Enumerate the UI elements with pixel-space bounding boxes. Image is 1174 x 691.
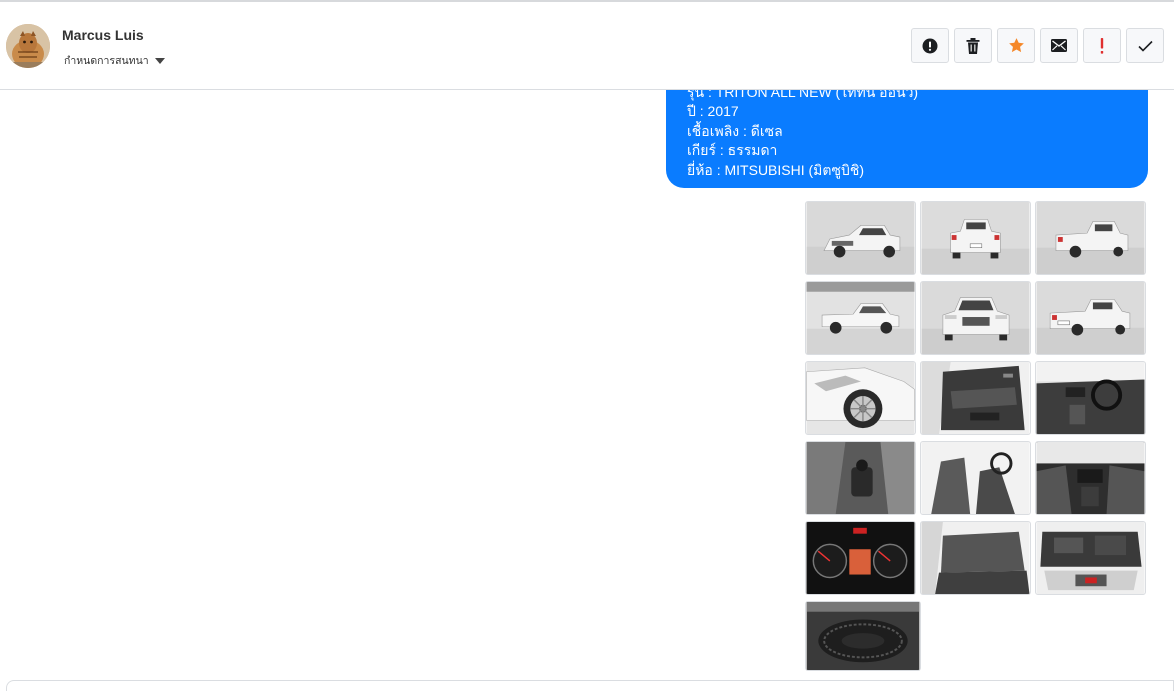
mark-done-button[interactable] bbox=[1126, 28, 1164, 63]
car-photo-exterior-side[interactable] bbox=[805, 281, 916, 355]
trash-icon bbox=[966, 37, 980, 54]
header-actions bbox=[911, 28, 1164, 63]
car-photo-gear-shifter[interactable] bbox=[805, 441, 916, 515]
message-line-gear: เกียร์ : ธรรมดา bbox=[687, 142, 778, 159]
avatar[interactable] bbox=[6, 24, 50, 68]
conversation-status-dropdown[interactable]: กำหนดการสนทนา bbox=[64, 54, 165, 68]
car-photo-exterior-rear-quarter-2[interactable] bbox=[1035, 281, 1146, 355]
message-composer[interactable] bbox=[6, 680, 1174, 691]
car-photo-center-console[interactable] bbox=[1035, 441, 1146, 515]
report-icon bbox=[922, 38, 938, 53]
message-bubble: รุ่น : TRITON ALL NEW (ไททัน ออนิว) ปี :… bbox=[666, 90, 1148, 188]
check-icon bbox=[1137, 40, 1153, 52]
delete-button[interactable] bbox=[954, 28, 992, 63]
message-line-brand: ยี่ห้อ : MITSUBISHI (มิตซูบิชิ) bbox=[687, 161, 865, 178]
conversation-header: Marcus Luis กำหนดการสนทนา bbox=[0, 2, 1174, 90]
star-icon bbox=[1008, 38, 1024, 53]
car-photo-exterior-front[interactable] bbox=[920, 281, 1031, 355]
car-photo-exterior-rear-quarter[interactable] bbox=[1035, 201, 1146, 275]
photo-gallery bbox=[805, 201, 1147, 671]
car-photo-rear-seats[interactable] bbox=[920, 521, 1031, 595]
report-button[interactable] bbox=[911, 28, 949, 63]
car-photo-front-seats[interactable] bbox=[920, 441, 1031, 515]
mail-button[interactable] bbox=[1040, 28, 1078, 63]
message-line-model: รุ่น : TRITON ALL NEW (ไททัน ออนิว) bbox=[687, 90, 919, 100]
message-line-fuel: เชื้อเพลิง : ดีเซล bbox=[687, 122, 783, 139]
car-photo-exterior-wheel[interactable] bbox=[805, 361, 916, 435]
car-photo-exterior-rear[interactable] bbox=[920, 201, 1031, 275]
caret-down-icon bbox=[154, 58, 165, 64]
exclamation-icon bbox=[1100, 37, 1104, 54]
car-photo-engine-bay[interactable] bbox=[1035, 521, 1146, 595]
car-photo-door-panel[interactable] bbox=[920, 361, 1031, 435]
star-button[interactable] bbox=[997, 28, 1035, 63]
message-thread[interactable]: รุ่น : TRITON ALL NEW (ไททัน ออนิว) ปี :… bbox=[0, 90, 1174, 691]
mail-icon bbox=[1051, 39, 1067, 52]
car-photo-dashboard[interactable] bbox=[1035, 361, 1146, 435]
car-photo-instrument-cluster[interactable] bbox=[805, 521, 916, 595]
car-photo-spare-tire[interactable] bbox=[805, 601, 921, 671]
conversation-status-label: กำหนดการสนทนา bbox=[64, 55, 149, 67]
message-line-year: ปี : 2017 bbox=[687, 103, 739, 120]
user-name: Marcus Luis bbox=[62, 27, 144, 43]
spam-button[interactable] bbox=[1083, 28, 1121, 63]
car-photo-exterior-front-quarter[interactable] bbox=[805, 201, 916, 275]
